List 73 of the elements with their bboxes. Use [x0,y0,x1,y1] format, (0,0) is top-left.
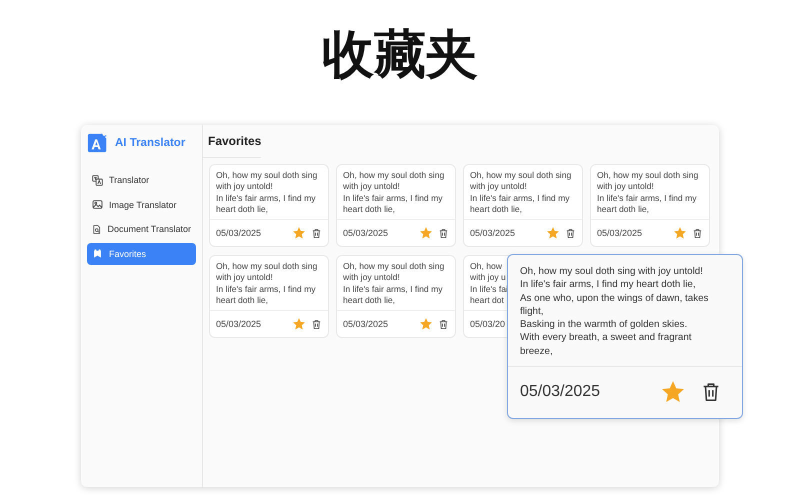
star-icon[interactable] [547,227,559,239]
star-icon[interactable] [674,227,686,239]
logo-icon [87,132,109,154]
sidebar-item[interactable]: Image Translator [87,194,196,216]
star-icon[interactable] [293,318,305,330]
card-text: heart doth lie, [470,204,522,216]
card-text: with joy untold! [597,181,654,193]
translate-icon [92,174,103,186]
card-text: heart doth lie, [597,204,650,216]
card-date: 05/03/20 [470,319,506,329]
card-text: with joy untold! [470,181,527,193]
favorite-card[interactable]: Oh, how my soul doth sing with joy untold! In life's fair arms, I find my heart doth lie, 05/03/2025 [336,164,456,247]
card-text: In life's fair arms, I find my [343,284,443,296]
card-text: As one who, upon the wings of dawn, takes [520,292,708,305]
trash-icon[interactable] [311,318,322,330]
card-text: Oh, how my soul doth sing [216,261,318,272]
page-header: Favorites [203,125,262,158]
card-text: Oh, how my soul doth sing [216,170,318,182]
favorite-card[interactable]: Oh, how my soul doth sing with joy untold! In life's fair arms, I find my heart doth lie, 05/03/2025 [209,164,329,247]
trash-icon[interactable] [438,318,449,330]
card-date: 05/03/2025 [520,383,600,401]
card-text: Oh, how my soul doth sing [597,170,698,182]
card-date: 05/03/2025 [216,228,262,238]
favorite-card[interactable]: Oh, how my soul doth sing with joy untold! In life's fair arms, I find my heart doth lie, 05/03/2025 [209,255,329,338]
card-text: Oh, how my soul doth sing [343,170,444,182]
card-text: with joy untold! [216,272,273,284]
favorite-card[interactable]: Oh, how my soul doth sing with joy untold! In life's fair arms, I find my heart doth lie, 05/03/2025 [590,164,710,247]
card-text: heart doth lie, [343,295,396,307]
card-text: with joy untold! [343,181,400,193]
card-text: with joy u [470,272,506,284]
card-date: 05/03/2025 [343,319,388,329]
card-text: In life's fair arms, I find my [343,192,443,204]
card-text: Oh, how [470,261,502,272]
card-date: 05/03/2025 [597,228,642,238]
star-icon[interactable] [420,227,432,239]
card-text: with joy untold! [343,272,400,284]
sidebar-item[interactable]: Document Translator [87,218,196,240]
star-icon[interactable] [293,227,305,239]
card-text: breeze, [520,344,553,358]
favorite-card[interactable]: Oh, how my soul doth sing with joy untold! In life's fair arms, I find my heart doth lie, 05/03/2025 [463,164,583,247]
bookmark-icon [92,248,103,260]
card-text: Basking in the warmth of golden skies. [520,318,688,332]
card-date: 05/03/2025 [470,228,516,238]
card-date: 05/03/2025 [343,228,388,238]
card-text: Oh, how my soul doth sing with joy untold! [520,265,703,278]
card-text: In life's fair arms, I find my heart doth lie, [520,278,696,292]
favorite-card[interactable]: Oh, how my soul doth sing with joy untold! In life's fair arms, I find my heart doth lie, 05/03/2025 [336,255,456,338]
star-icon[interactable] [662,381,684,403]
card-text: heart doth lie, [216,295,268,307]
sidebar-item[interactable]: Translator [87,169,196,191]
card-date: 05/03/2025 [216,319,262,329]
sidebar-item[interactable]: Favorites [87,242,196,265]
card-text: Oh, how my soul doth sing [470,170,572,182]
trash-icon[interactable] [692,228,703,238]
card-text: heart dot [470,295,504,307]
app-name: AI Translator [115,137,186,149]
trash-icon[interactable] [565,228,576,238]
card-text: flight, [520,304,544,318]
card-text: In life's fair arms, I find my [470,192,570,204]
card-text: In life's fair arms, I find my [216,192,316,204]
trash-icon[interactable] [311,228,322,238]
page-title: 收藏夹 [321,24,479,87]
card-text: heart doth lie, [343,204,396,216]
card-text: In life's fair arms, I find my [597,192,697,204]
card-text: In life's fair arms, I find my [216,284,316,296]
star-icon[interactable] [420,318,432,330]
card-text: heart doth lie, [216,204,268,216]
card-text: With every breath, a sweet and fragrant [520,331,692,345]
image-icon [92,199,103,210]
card-text: with joy untold! [216,181,273,193]
document-icon [92,224,102,235]
trash-icon[interactable] [438,228,449,238]
card-text: Oh, how my soul doth sing [343,261,444,272]
